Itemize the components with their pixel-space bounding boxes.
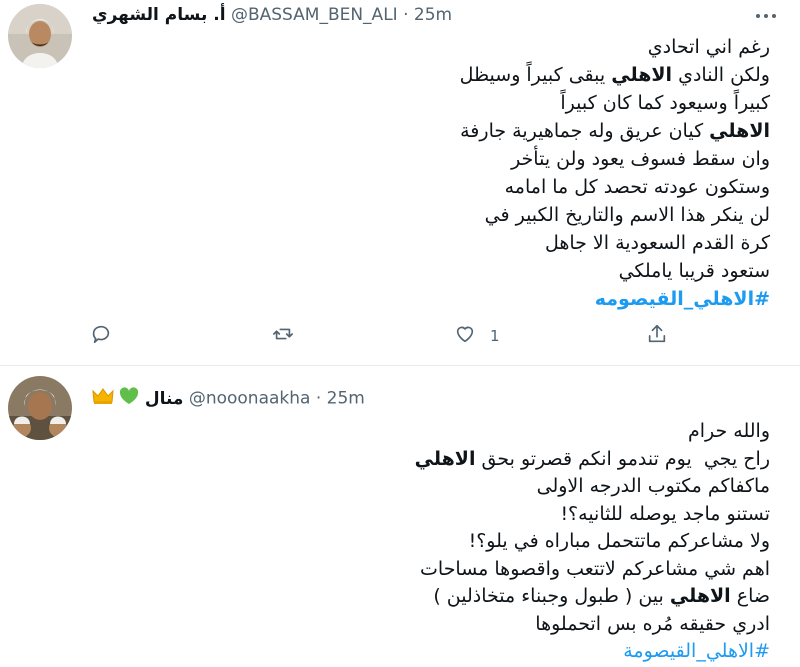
- heart-icon: [454, 323, 476, 349]
- display-name[interactable]: أ. بسام الشهري: [92, 5, 226, 25]
- tweet-text-line: وستكون عودته تحصد كل ما امامه: [130, 173, 770, 201]
- bold-keyword: الاهلي: [669, 585, 731, 607]
- text-segment: والله حرام: [687, 420, 770, 442]
- tweet-text-line: راح يجي يوم تندمو انكم قصرتو بحق الاهلي: [130, 446, 770, 474]
- text-segment: يبقى كبيراً وسيظل: [459, 64, 612, 86]
- tweet-header: أ. بسام الشهري @BASSAM_BEN_ALI · 25m: [92, 5, 452, 25]
- user-handle[interactable]: @nooonaakha: [189, 389, 311, 409]
- text-segment: وان سقط فسوف يعود ولن يتأخر: [511, 148, 770, 170]
- retweet-icon: [272, 323, 294, 349]
- tweet-header: منال @nooonaakha · 25m: [92, 387, 365, 410]
- tweet-text-line: الاهلي كيان عريق وله جماهيرية جارفة: [130, 117, 770, 145]
- tweet-text-line: كرة القدم السعودية الا جاهل: [130, 229, 770, 257]
- timestamp[interactable]: 25m: [327, 389, 365, 409]
- user-handle[interactable]: @BASSAM_BEN_ALI: [231, 5, 398, 25]
- more-options-icon[interactable]: [754, 6, 778, 26]
- bold-keyword: الاهلي: [414, 447, 476, 470]
- tweet-2[interactable]: منال @nooonaakha · 25m والله حرام راح يجي…: [0, 366, 800, 667]
- tweet-text-line: ادري حقيقه مُره بس اتحملوها: [130, 611, 770, 639]
- text-segment: ادري حقيقه مُره بس اتحملوها: [535, 612, 770, 635]
- text-segment: كبيراً وسيعود كما كان كبيراً: [560, 92, 770, 114]
- tweet-text-line: والله حرام: [130, 418, 770, 446]
- text-segment: ولكن النادي: [672, 64, 770, 86]
- avatar[interactable]: [8, 4, 72, 68]
- text-segment: رغم اني اتحادي: [647, 36, 770, 58]
- green-heart-icon: [119, 387, 139, 410]
- tweet-text-line: لن ينكر هذا الاسم والتاريخ الكبير في: [130, 201, 770, 229]
- like-button[interactable]: 1: [454, 322, 500, 350]
- tweet-text: رغم اني اتحادي ولكن النادي الاهلي يبقى كب…: [130, 33, 770, 313]
- timestamp[interactable]: 25m: [414, 5, 452, 25]
- bold-keyword: الاهلي: [709, 120, 770, 142]
- tweet-text-line: رغم اني اتحادي: [130, 33, 770, 61]
- text-segment: تستنو ماجد يوصله للثانيه؟!: [560, 502, 770, 525]
- text-segment: اهم شي مشاعركم لاتتعب واقصوها مساحات: [420, 557, 770, 580]
- tweet-text-line: وان سقط فسوف يعود ولن يتأخر: [130, 145, 770, 173]
- separator-dot: ·: [403, 5, 409, 25]
- hashtag-link[interactable]: #الاهلي_القيصومة: [130, 638, 770, 666]
- display-name[interactable]: منال: [145, 389, 184, 409]
- tweet-text-line: ضاع الاهلي بين ( طبول وجبناء متخاذلين ): [130, 583, 770, 611]
- share-button[interactable]: [646, 322, 668, 350]
- reply-icon: [90, 323, 112, 349]
- hashtag-link[interactable]: #الاهلي_القيصومه: [130, 285, 770, 313]
- bold-keyword: الاهلي: [611, 64, 673, 86]
- text-segment: راح يجي يوم تندمو انكم قصرتو بحق: [475, 447, 771, 470]
- tweet-text-line: ولا مشاعركم ماتتحمل مباراه في يلو؟!: [130, 528, 770, 556]
- text-segment: ستعود قريبا ياملكي: [618, 260, 770, 282]
- text-segment: وستكون عودته تحصد كل ما امامه: [504, 176, 770, 198]
- avatar[interactable]: [8, 376, 72, 440]
- tweet-1[interactable]: أ. بسام الشهري @BASSAM_BEN_ALI · 25m رغم…: [0, 0, 800, 366]
- tweet-text-line: كبيراً وسيعود كما كان كبيراً: [130, 89, 770, 117]
- crown-icon: [92, 387, 114, 410]
- text-segment: ولا مشاعركم ماتتحمل مباراه في يلو؟!: [468, 530, 770, 552]
- share-icon: [646, 323, 668, 349]
- tweet-text-line: ولكن النادي الاهلي يبقى كبيراً وسيظل: [130, 61, 770, 89]
- text-segment: كرة القدم السعودية الا جاهل: [544, 232, 770, 254]
- text-segment: كيان عريق وله جماهيرية جارفة: [460, 120, 710, 142]
- tweet-text-line: تستنو ماجد يوصله للثانيه؟!: [130, 501, 770, 529]
- tweet-text: والله حرام راح يجي يوم تندمو انكم قصرتو ب…: [130, 418, 770, 666]
- text-segment: لن ينكر هذا الاسم والتاريخ الكبير في: [484, 204, 770, 226]
- reply-button[interactable]: [90, 322, 112, 350]
- like-count: 1: [490, 327, 500, 345]
- text-segment: ضاع: [730, 585, 770, 607]
- tweet-text-line: ستعود قريبا ياملكي: [130, 257, 770, 285]
- text-segment: بين ( طبول وجبناء متخاذلين ): [433, 585, 670, 607]
- tweet-text-line: ماكفاكم مكتوب الدرجه الاولى: [130, 473, 770, 501]
- tweet-actions: 1: [90, 322, 690, 350]
- text-segment: ماكفاكم مكتوب الدرجه الاولى: [536, 475, 770, 497]
- retweet-button[interactable]: [272, 322, 294, 350]
- tweet-text-line: اهم شي مشاعركم لاتتعب واقصوها مساحات: [130, 556, 770, 584]
- separator-dot: ·: [315, 388, 322, 409]
